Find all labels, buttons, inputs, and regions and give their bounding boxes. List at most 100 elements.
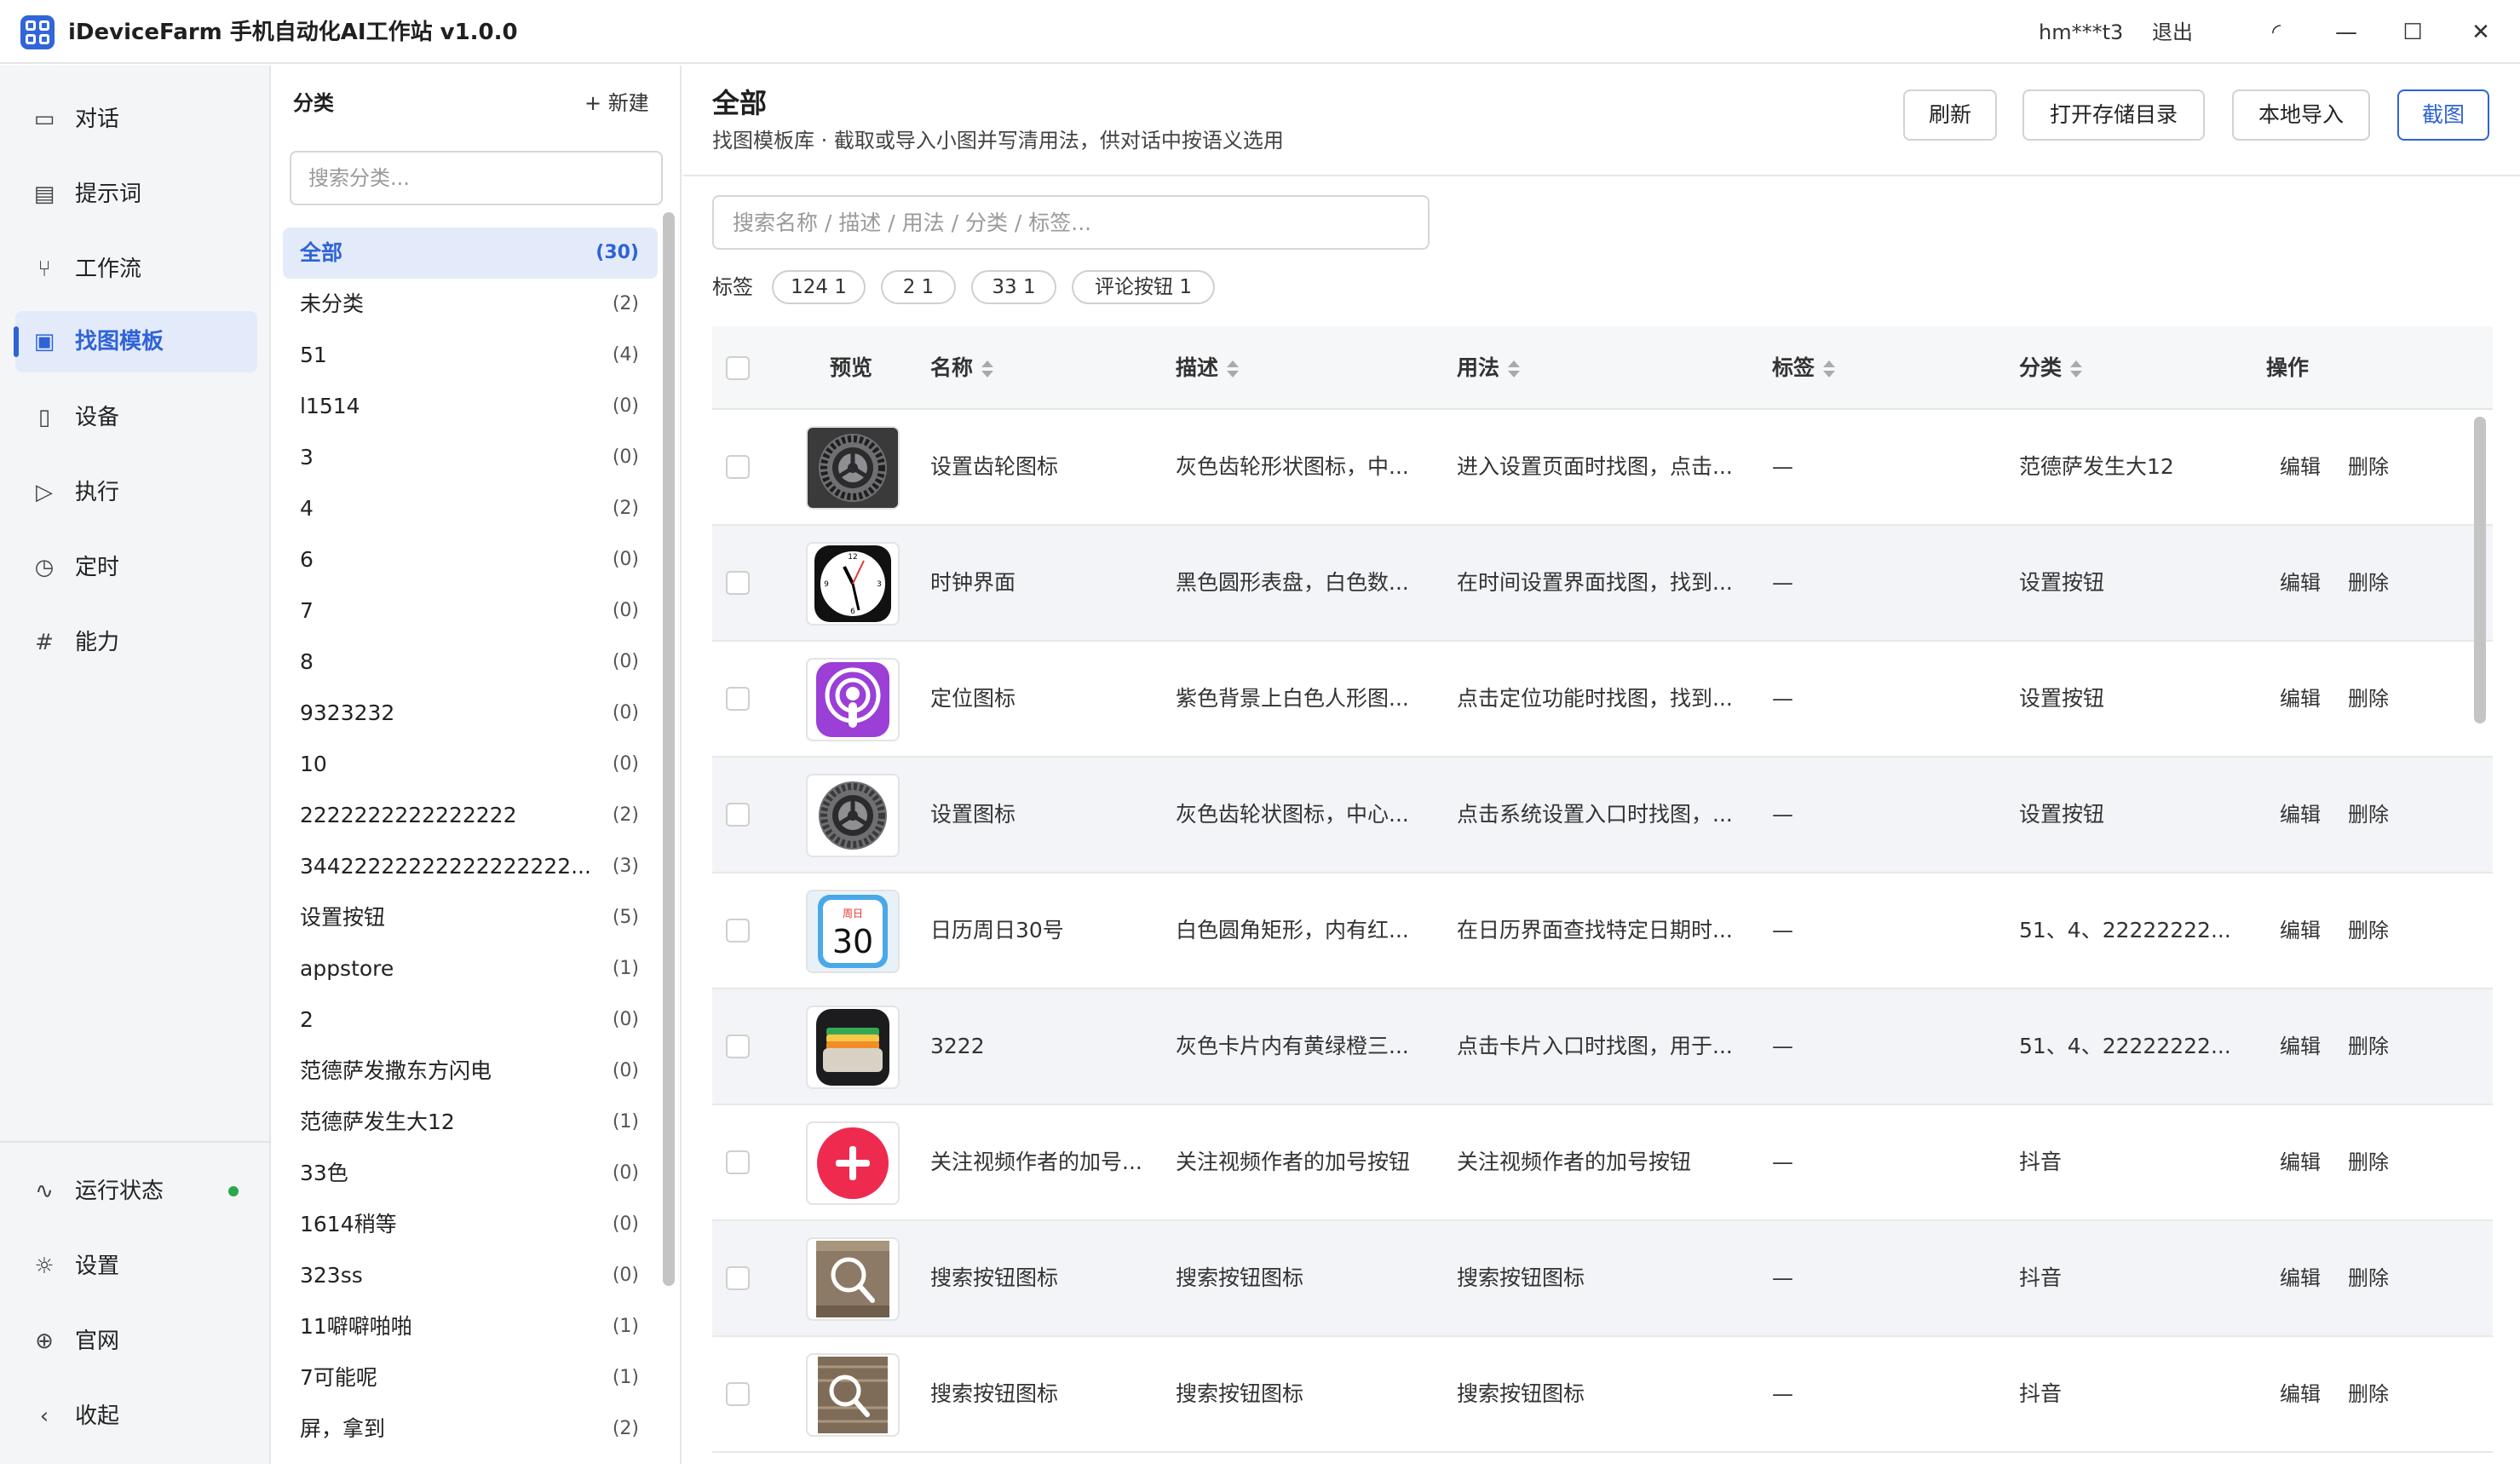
row-checkbox[interactable] [726,1382,750,1406]
row-checkbox[interactable] [726,919,750,942]
column-name[interactable]: 名称 [930,326,994,410]
tag-chip[interactable]: 2 1 [881,270,956,304]
category-search-input[interactable] [290,151,663,205]
row-checkbox[interactable] [726,1266,750,1290]
maximize-icon[interactable]: ☐ [2394,15,2431,49]
table-row[interactable]: 搜索按钮图标 搜索按钮图标 搜索按钮图标 — 抖音 编辑 删除 [712,1221,2493,1337]
logout-link[interactable]: 退出 [2152,15,2193,49]
category-item[interactable]: 10 (0) [283,739,658,790]
close-icon[interactable]: ✕ [2462,15,2500,49]
edit-link[interactable]: 编辑 [2280,1221,2321,1335]
template-search-input[interactable] [712,195,1430,250]
category-item[interactable]: 1614稍等 (0) [283,1199,658,1250]
table-row[interactable]: 搜索按钮图标 搜索按钮图标 搜索按钮图标 — 抖音 编辑 删除 [712,1337,2493,1453]
row-checkbox[interactable] [726,571,750,595]
local-import-button[interactable]: 本地导入 [2232,89,2370,141]
table-row[interactable]: 设置图标 灰色齿轮状图标，中心... 点击系统设置入口时找图，... — 设置按钮 编辑删… [712,758,2493,873]
edit-link[interactable]: 编辑 [2280,1337,2321,1451]
table-scrollbar[interactable] [2471,410,2489,1464]
template-thumbnail[interactable] [806,1237,900,1321]
delete-link[interactable]: 删除 [2348,1105,2389,1219]
table-row[interactable]: 关注视频作者的加号... 关注视频作者的加号按钮 关注视频作者的加号按钮 — 抖音 编辑删… [712,1105,2493,1221]
template-thumbnail[interactable] [806,774,900,857]
category-item[interactable]: 4 (2) [283,483,658,534]
template-thumbnail[interactable]: 周日 30 [806,890,900,973]
category-item[interactable]: 3 (0) [283,432,658,483]
delete-link[interactable]: 删除 [2348,758,2389,872]
sort-icon[interactable] [2070,359,2083,379]
category-item[interactable]: 34422222222222222222... (3) [283,841,658,892]
category-item[interactable]: 屏，拿到 (2) [283,1403,658,1455]
row-checkbox[interactable] [726,1150,750,1174]
table-row[interactable]: 设置齿轮图标 灰色齿轮形状图标，中... 进入设置页面时找图，点击... — 范德萨发生… [712,410,2493,526]
category-item[interactable]: 8 (0) [283,637,658,688]
category-item[interactable]: 323ss (0) [283,1250,658,1301]
table-row[interactable]: 定位图标 紫色背景上白色人形图... 点击定位功能时找图，找到... — 设置按钮 编辑删… [712,642,2493,758]
category-item[interactable]: 范德萨发生大12 (1) [283,1097,658,1148]
nav-item-schedule[interactable]: ◷ 定时 [15,537,257,598]
row-checkbox[interactable] [726,1035,750,1058]
category-item[interactable]: 全部 (30) [283,228,658,279]
nav-item-chat[interactable]: ▭ 对话 [15,89,257,150]
tag-chip[interactable]: 124 1 [772,270,866,304]
template-thumbnail[interactable] [806,1121,900,1205]
template-thumbnail[interactable] [806,658,900,741]
delete-link[interactable]: 删除 [2348,410,2389,524]
sort-icon[interactable] [1227,359,1240,379]
edit-link[interactable]: 编辑 [2280,1105,2321,1219]
sort-icon[interactable] [981,359,994,379]
delete-link[interactable]: 删除 [2348,1221,2389,1335]
category-item[interactable]: 未分类 (2) [283,279,658,330]
nav-item-run-status[interactable]: ∿ 运行状态 [15,1161,257,1222]
category-item[interactable]: 11噼噼啪啪 (1) [283,1301,658,1352]
nav-item-settings[interactable]: ☼ 设置 [15,1236,257,1297]
category-item[interactable]: 33色 (0) [283,1148,658,1199]
user-name[interactable]: hm***t3 [2039,15,2123,49]
tag-chip[interactable]: 33 1 [971,270,1056,304]
category-item[interactable]: appstore (1) [283,943,658,994]
category-item[interactable]: 2222222222222222 (2) [283,790,658,841]
sort-icon[interactable] [1823,359,1836,379]
tag-chip[interactable]: 评论按钮 1 [1072,270,1215,304]
nav-item-website[interactable]: ⊕ 官网 [15,1311,257,1372]
edit-link[interactable]: 编辑 [2280,758,2321,872]
category-scrollbar[interactable] [663,212,675,1286]
template-thumbnail[interactable] [806,426,900,510]
delete-link[interactable]: 删除 [2348,989,2389,1104]
capture-button[interactable]: 截图 [2397,89,2489,141]
row-checkbox[interactable] [726,687,750,711]
nav-item-prompts[interactable]: ▤ 提示词 [15,164,257,225]
category-item[interactable]: 7可能呢 (1) [283,1352,658,1403]
column-tags[interactable]: 标签 [1772,326,1836,410]
template-thumbnail[interactable] [806,1006,900,1089]
category-item[interactable]: 9323232 (0) [283,688,658,739]
nav-item-abilities[interactable]: # 能力 [15,612,257,673]
row-checkbox[interactable] [726,803,750,827]
edit-link[interactable]: 编辑 [2280,410,2321,524]
table-row[interactable]: 周日 30 日历周日30号 白色圆角矩形，内有红... 在日历界面查找特定日期时... —… [712,873,2493,989]
new-category-button[interactable]: + 新建 [584,86,649,120]
category-item[interactable]: 设置按钮 (5) [283,892,658,943]
delete-link[interactable]: 删除 [2348,873,2389,988]
delete-link[interactable]: 删除 [2348,1337,2389,1451]
table-row[interactable]: 12 3 6 9 时钟界面 黑色圆形表盘，白色数... 在时间设置界面找图，找到... — 设置… [712,526,2493,642]
template-thumbnail[interactable]: 12 3 6 9 [806,542,900,625]
column-desc[interactable]: 描述 [1176,326,1240,410]
select-all-checkbox[interactable] [726,356,750,380]
edit-link[interactable]: 编辑 [2280,642,2321,756]
category-item[interactable]: 51 (4) [283,330,658,381]
scrollbar-thumb[interactable] [2474,417,2486,723]
edit-link[interactable]: 编辑 [2280,526,2321,640]
edit-link[interactable]: 编辑 [2280,989,2321,1104]
category-item[interactable]: 范德萨发撒东方闪电 (0) [283,1046,658,1097]
refresh-button[interactable]: 刷新 [1903,89,1997,141]
category-item[interactable]: 7 (0) [283,585,658,637]
delete-link[interactable]: 删除 [2348,642,2389,756]
category-item[interactable]: 6 (0) [283,534,658,585]
row-checkbox[interactable] [726,455,750,479]
column-category[interactable]: 分类 [2019,326,2083,410]
nav-item-execute[interactable]: ▷ 执行 [15,462,257,523]
open-storage-dir-button[interactable]: 打开存储目录 [2022,89,2205,141]
column-usage[interactable]: 用法 [1457,326,1521,410]
category-item[interactable]: 2 (0) [283,994,658,1046]
